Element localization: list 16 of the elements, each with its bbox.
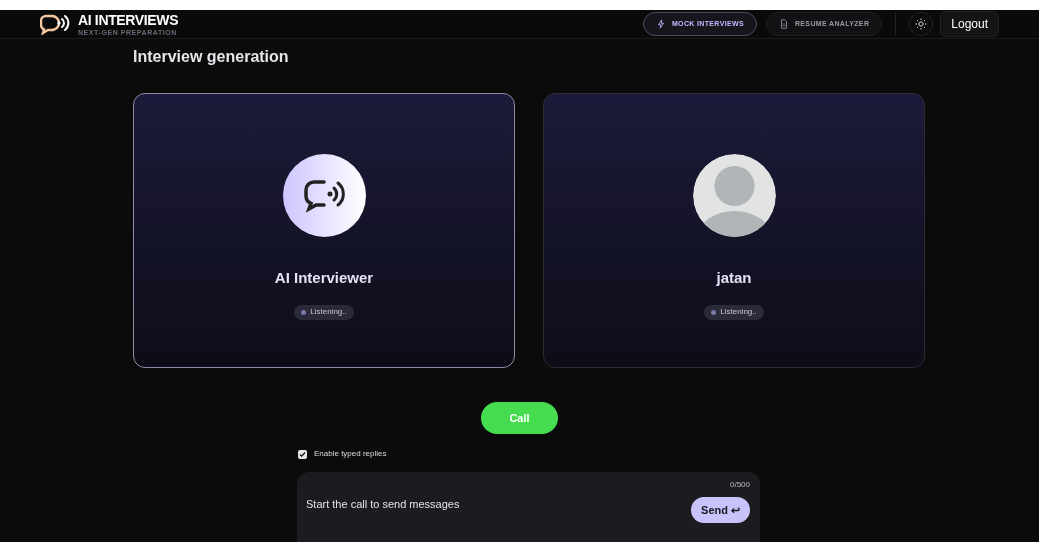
lightning-icon	[655, 18, 666, 30]
status-badge: Listening..	[704, 304, 764, 320]
send-button[interactable]: Send ↩	[691, 497, 750, 523]
character-counter: 0/500	[729, 479, 750, 491]
document-icon	[778, 18, 789, 30]
checkbox[interactable]	[298, 449, 307, 459]
logout-button[interactable]: Logout	[940, 11, 999, 37]
status-badge: Listening..	[294, 304, 354, 320]
brand-title: AI INTERVIEWS	[78, 12, 179, 27]
logo-icon	[40, 13, 70, 35]
chat-sound-icon	[302, 177, 346, 214]
checkbox-label: Enable typed replies	[314, 448, 387, 460]
page-heading: Interview generation	[133, 47, 290, 67]
participant-name: jatan	[716, 268, 752, 288]
sun-icon	[915, 18, 928, 30]
participant-name: AI Interviewer	[274, 268, 374, 288]
